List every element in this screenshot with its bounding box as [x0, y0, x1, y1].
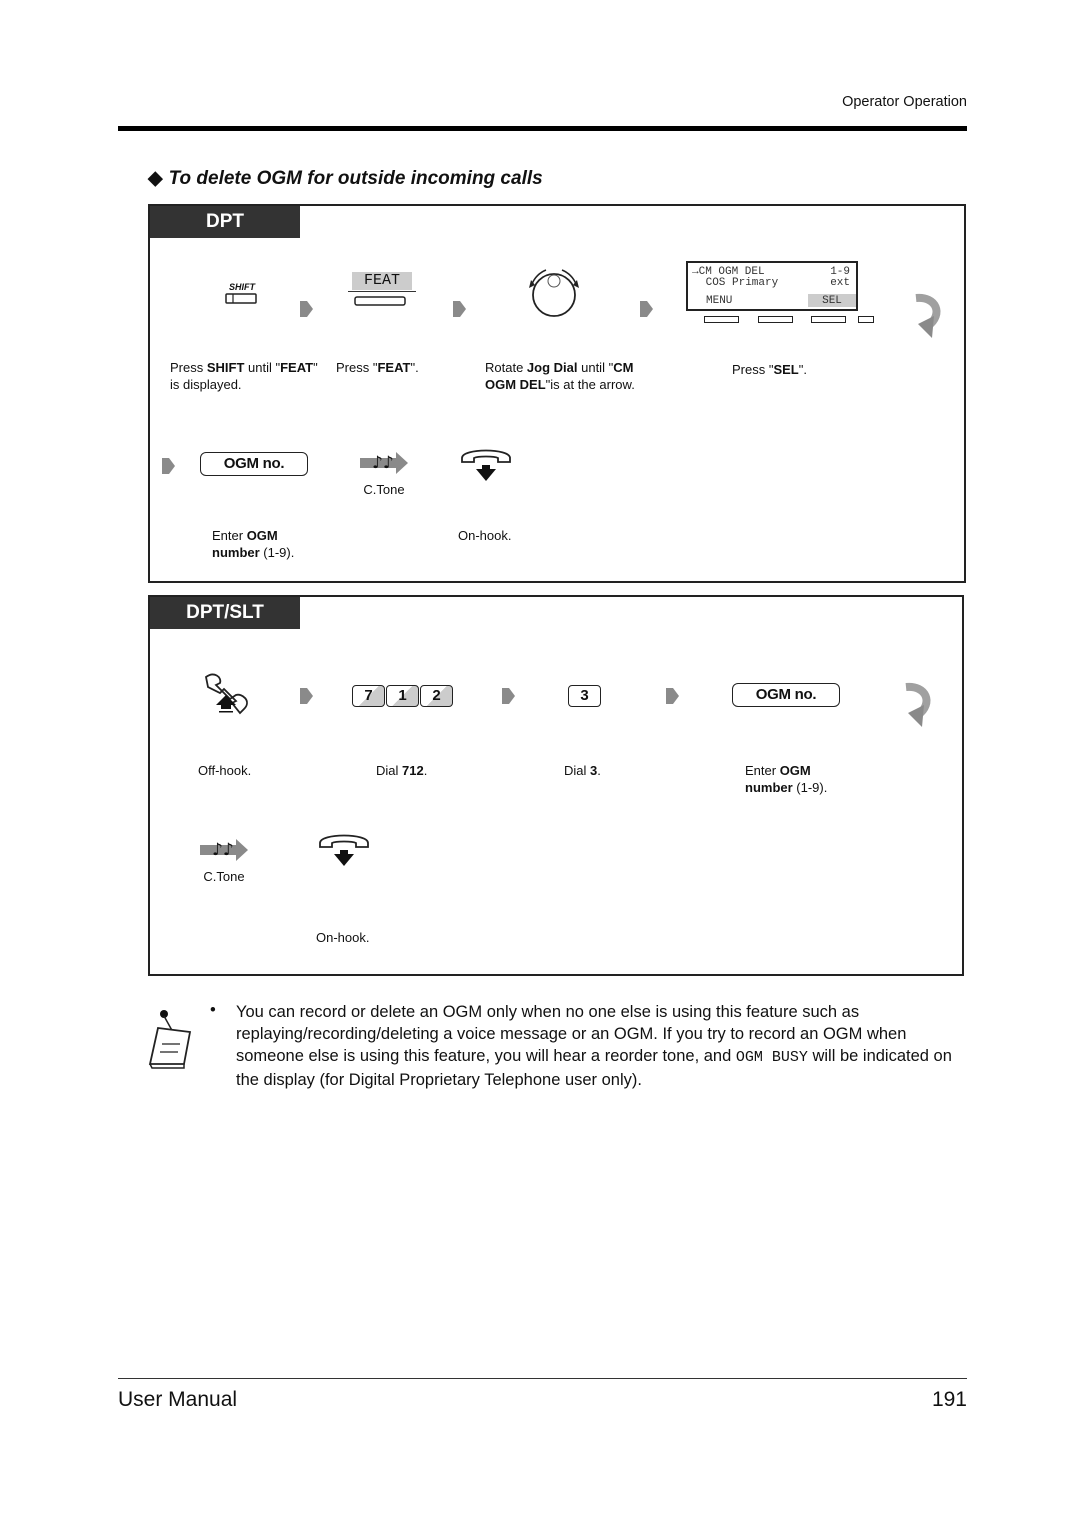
- arrow-right-icon: [453, 301, 466, 317]
- step-desc-feat: Press "FEAT".: [336, 360, 419, 375]
- arrow-right-icon: [162, 458, 175, 474]
- lcd-softkey-sel: SEL: [808, 294, 856, 307]
- dial-key-1: 1: [386, 685, 419, 707]
- dpt-tab: DPT: [150, 206, 300, 238]
- dpt-slt-tab: DPT/SLT: [150, 597, 300, 629]
- arrow-right-icon: [300, 301, 313, 317]
- confirmation-tone: ♪♪ C.Tone: [358, 450, 410, 498]
- c-tone-label: C.Tone: [203, 869, 245, 884]
- step-desc-on-hook: On-hook.: [316, 930, 370, 945]
- feat-key-label: FEAT: [352, 272, 412, 290]
- step-desc-dial-3: Dial 3.: [564, 763, 601, 778]
- lcd-screen: →CM OGM DEL 1-9 COS Primary ext MENU SEL: [686, 261, 858, 311]
- step-desc-ogm-number: Enter OGM number (1-9).: [745, 763, 828, 795]
- section-title-text: To delete OGM for outside incoming calls: [168, 168, 543, 189]
- header-rule: [118, 126, 967, 131]
- step-desc-on-hook: On-hook.: [458, 528, 512, 543]
- softkey-button[interactable]: [758, 316, 793, 323]
- dpt-panel: DPT SHIFT Press SHIFT until "FEAT" is di…: [148, 204, 966, 583]
- jog-dial-icon: [529, 269, 579, 317]
- section-title: ◆ To delete OGM for outside incoming call…: [148, 167, 543, 190]
- dpt-slt-panel: DPT/SLT Off-hook. 712 Dial 712. 3 Dial 3…: [148, 595, 964, 976]
- softkey-button[interactable]: [704, 316, 739, 323]
- lcd-softkey-menu: MENU: [706, 295, 733, 307]
- step-desc-ogm-number: Enter OGM number (1-9).: [212, 528, 295, 560]
- continue-arrow-icon: [905, 682, 931, 727]
- note-text: You can record or delete an OGM only whe…: [236, 1003, 952, 1089]
- softkey-button[interactable]: [858, 316, 874, 323]
- dial-key-3-wrap: 3: [568, 685, 602, 707]
- dial-key-3: 3: [568, 685, 601, 707]
- ogm-busy-display-text: OGM BUSY: [735, 1049, 808, 1066]
- lcd-line2-right: ext: [830, 277, 850, 289]
- arrow-right-icon: [666, 688, 679, 704]
- confirmation-tone-icon: ♪♪: [360, 452, 408, 474]
- svg-text:♪♪: ♪♪: [372, 453, 394, 473]
- on-hook-icon: [461, 449, 511, 481]
- step-desc-off-hook: Off-hook.: [198, 763, 252, 778]
- footer-title: User Manual: [118, 1388, 238, 1411]
- footer-rule: [118, 1378, 967, 1379]
- running-header: Operator Operation: [842, 94, 967, 110]
- diamond-icon: ◆: [148, 168, 163, 189]
- off-hook-icon: [205, 673, 248, 715]
- sel-softkey-button[interactable]: [811, 316, 846, 323]
- dial-keys-712: 712: [352, 685, 454, 707]
- svg-text:♪♪: ♪♪: [212, 840, 234, 860]
- arrow-right-icon: [502, 688, 515, 704]
- continue-arrow-icon: [915, 293, 941, 338]
- step-desc-jog-dial: Rotate Jog Dial until "CM OGM DEL"is at …: [485, 360, 635, 392]
- ogm-number-key: OGM no.: [732, 683, 840, 707]
- dial-key-2: 2: [420, 685, 453, 707]
- confirmation-tone-icon: ♪♪: [200, 839, 248, 861]
- arrow-right-icon: [300, 688, 313, 704]
- step-desc-sel: Press "SEL".: [732, 362, 807, 377]
- feat-key-icon: FEAT: [348, 272, 416, 313]
- arrow-right-icon: [640, 301, 653, 317]
- on-hook-icon: [319, 834, 369, 866]
- note-bullet: •: [210, 1001, 216, 1019]
- lcd-line2-left: COS Primary: [699, 277, 779, 289]
- c-tone-label: C.Tone: [363, 482, 405, 497]
- dial-key-7: 7: [352, 685, 385, 707]
- step-desc-dial-712: Dial 712.: [376, 763, 428, 778]
- confirmation-tone: ♪♪ C.Tone: [198, 837, 250, 885]
- shift-key-label: SHIFT: [229, 282, 255, 292]
- shift-key-icon: SHIFT: [222, 282, 262, 310]
- notepad-icon: [148, 1010, 192, 1069]
- ogm-number-key: OGM no.: [200, 452, 308, 476]
- lcd-display-icon: →CM OGM DEL 1-9 COS Primary ext MENU SEL: [686, 261, 874, 326]
- page-number: 191: [931, 1388, 967, 1411]
- step-desc-shift: Press SHIFT until "FEAT" is displayed.: [170, 360, 318, 392]
